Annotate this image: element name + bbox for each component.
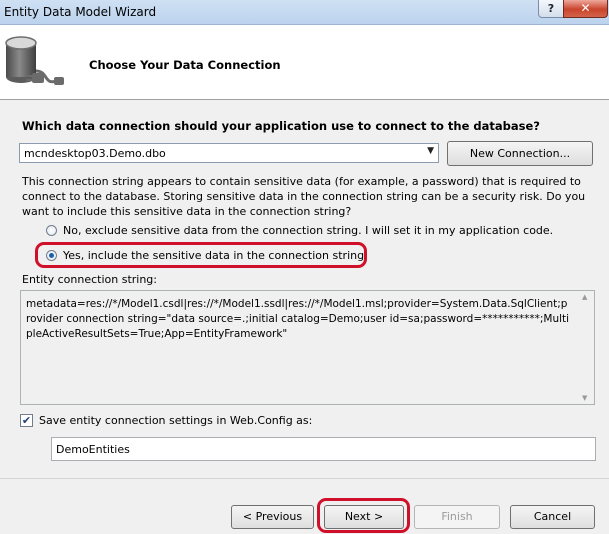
footer-divider (0, 478, 609, 479)
close-button[interactable]: ✕ (563, 0, 608, 18)
window-title: Entity Data Model Wizard (4, 5, 157, 19)
finish-button[interactable]: Finish (414, 505, 500, 529)
exclude-sensitive-radio[interactable] (46, 225, 57, 236)
help-button[interactable]: ? (538, 0, 564, 18)
entity-name-input[interactable]: DemoEntities (51, 437, 596, 461)
previous-button[interactable]: < Previous (231, 505, 314, 529)
connection-dropdown-value: mcndesktop03.Demo.dbo (24, 147, 166, 160)
page-title: Choose Your Data Connection (89, 58, 281, 72)
highlight-annotation (35, 242, 367, 268)
save-settings-checkbox[interactable]: ✔ (20, 414, 33, 427)
connection-string-box[interactable]: metadata=res://*/Model1.csdl|res://*/Mod… (20, 290, 595, 405)
scroll-down-icon[interactable]: ▼ (582, 394, 587, 402)
connection-dropdown[interactable]: mcndesktop03.Demo.dbo ▼ (19, 143, 439, 163)
save-settings-label[interactable]: Save entity connection settings in Web.C… (39, 414, 312, 427)
sensitive-data-warning: This connection string appears to contai… (22, 175, 586, 218)
connection-question: Which data connection should your applic… (22, 119, 540, 133)
scroll-up-icon[interactable]: ▲ (582, 293, 587, 301)
connection-string-label: Entity connection string: (22, 273, 157, 286)
cancel-button[interactable]: Cancel (510, 505, 595, 529)
connection-string-value: metadata=res://*/Model1.csdl|res://*/Mod… (26, 298, 570, 340)
wizard-header: Choose Your Data Connection (0, 25, 609, 100)
connection-string-scrollbar[interactable]: ▲ ▼ (578, 291, 594, 404)
highlight-annotation (317, 498, 410, 533)
exclude-sensitive-label[interactable]: No, exclude sensitive data from the conn… (63, 224, 553, 237)
chevron-down-icon[interactable]: ▼ (427, 146, 434, 156)
new-connection-button[interactable]: New Connection... (447, 141, 593, 166)
entity-name-value: DemoEntities (56, 443, 130, 456)
database-plug-icon (5, 36, 64, 85)
window-titlebar: Entity Data Model Wizard ? ✕ (0, 0, 609, 25)
